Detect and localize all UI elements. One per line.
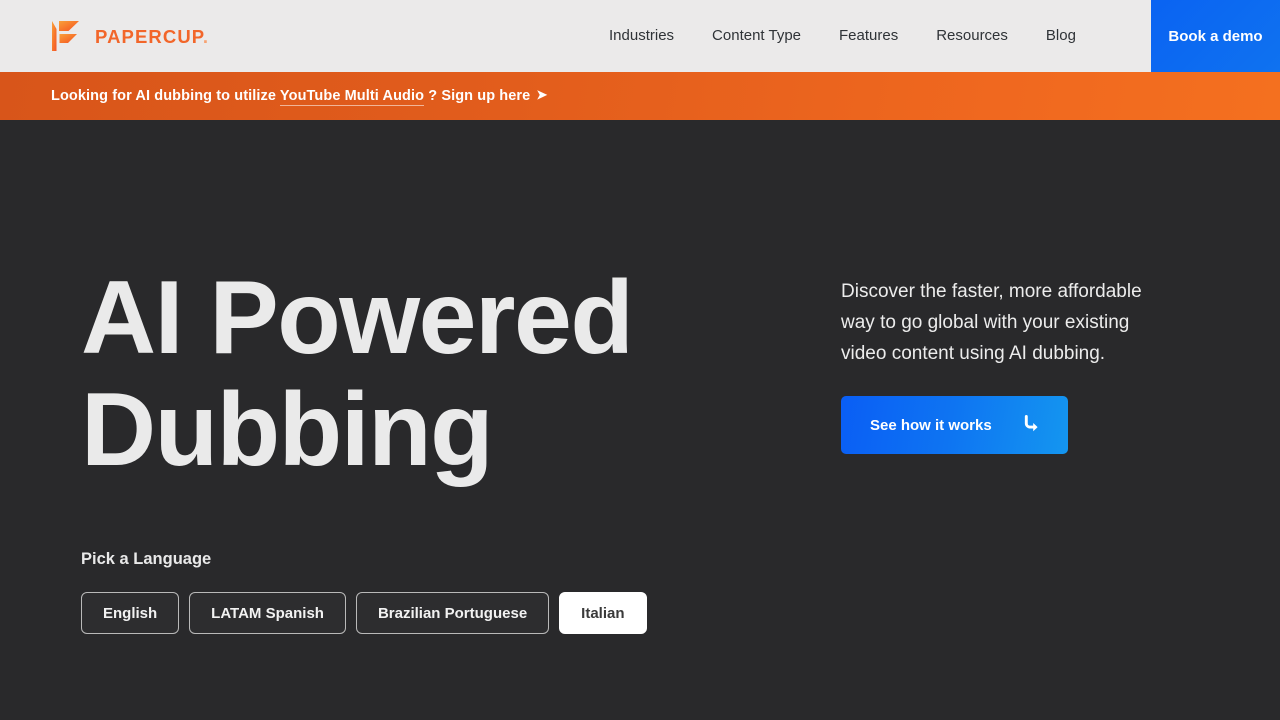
see-how-it-works-label: See how it works [870, 416, 992, 434]
hero-side-column: Discover the faster, more affordable way… [841, 276, 1171, 454]
nav-item-features[interactable]: Features [820, 0, 917, 72]
promo-banner-text-before: Looking for AI dubbing to utilize [51, 88, 280, 104]
nav-item-industries[interactable]: Industries [590, 0, 693, 72]
main-navigation: Industries Content Type Features Resourc… [590, 0, 1095, 72]
hero-paragraph: Discover the faster, more affordable way… [841, 281, 1142, 364]
nav-item-blog[interactable]: Blog [1027, 0, 1095, 72]
logo-wordmark-dot: . [202, 25, 210, 47]
nav-item-content-type[interactable]: Content Type [693, 0, 820, 72]
language-chip-brazilian-portuguese[interactable]: Brazilian Portuguese [355, 592, 550, 634]
promo-banner-text: Looking for AI dubbing to utilize YouTub… [51, 87, 548, 106]
language-chip-row: English LATAM Spanish Brazilian Portugue… [81, 592, 647, 634]
language-picker-title: Pick a Language [81, 550, 212, 568]
book-a-demo-button[interactable]: Book a demo [1151, 0, 1280, 72]
promo-banner-text-after: ? Sign up here [424, 88, 531, 104]
logo-wordmark: PAPERCUP. [95, 25, 210, 47]
hero-headline: AI Powered Dubbing [81, 260, 634, 488]
language-chip-latam-spanish[interactable]: LATAM Spanish [189, 592, 346, 634]
promo-banner-highlight: YouTube Multi Audio [279, 88, 425, 106]
language-chip-english[interactable]: English [81, 592, 180, 634]
logo-wordmark-text: PAPERCUP [95, 25, 203, 47]
papercup-play-mark-icon [48, 18, 84, 54]
nav-item-resources[interactable]: Resources [917, 0, 1027, 72]
corner-down-right-arrow-icon [1020, 413, 1042, 438]
see-how-it-works-button[interactable]: See how it works [841, 396, 1068, 454]
language-chip-italian[interactable]: Italian [559, 592, 647, 634]
promo-banner-arrow-icon: ➤ [536, 87, 548, 102]
logo[interactable]: PAPERCUP. [48, 14, 209, 58]
site-header: PAPERCUP. Industries Content Type Featur… [0, 0, 1280, 72]
hero-section: AI Powered Dubbing Discover the faster, … [0, 120, 1280, 720]
promo-banner[interactable]: Looking for AI dubbing to utilize YouTub… [0, 72, 1280, 120]
language-picker: Pick a Language English LATAM Spanish Br… [81, 550, 647, 634]
page-root: PAPERCUP. Industries Content Type Featur… [0, 0, 1280, 720]
